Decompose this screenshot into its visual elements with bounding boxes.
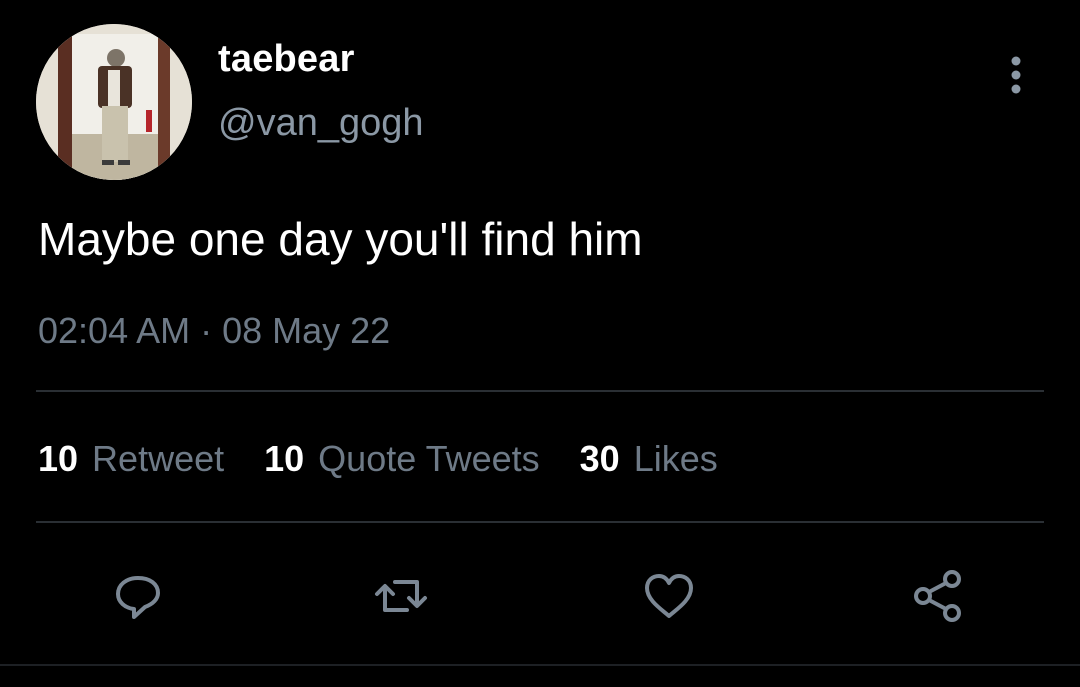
divider bbox=[36, 521, 1044, 523]
avatar-image bbox=[36, 24, 192, 180]
avatar[interactable] bbox=[36, 24, 192, 180]
divider bbox=[0, 664, 1080, 666]
quotes-count: 10 bbox=[264, 438, 305, 479]
likes-label: Likes bbox=[633, 438, 718, 479]
quotes-stat[interactable]: 10 Quote Tweets bbox=[264, 438, 540, 480]
share-button[interactable] bbox=[908, 566, 968, 626]
more-vertical-icon bbox=[1011, 56, 1021, 94]
reply-button[interactable] bbox=[108, 566, 168, 626]
more-options-button[interactable] bbox=[996, 52, 1036, 98]
retweets-count: 10 bbox=[38, 438, 79, 479]
retweets-stat[interactable]: 10 Retweet bbox=[38, 438, 224, 480]
like-button[interactable] bbox=[639, 566, 699, 626]
tweet-timestamp[interactable]: 02:04 AM · 08 May 22 bbox=[38, 310, 390, 352]
retweets-label: Retweet bbox=[92, 438, 225, 479]
reply-icon bbox=[116, 576, 160, 619]
divider bbox=[36, 390, 1044, 392]
likes-stat[interactable]: 30 Likes bbox=[580, 438, 718, 480]
likes-count: 30 bbox=[579, 438, 620, 479]
quotes-label: Quote Tweets bbox=[318, 438, 540, 479]
heart-icon bbox=[645, 574, 693, 618]
retweet-button[interactable] bbox=[371, 566, 431, 626]
tweet-stats: 10 Retweet 10 Quote Tweets 30 Likes bbox=[38, 438, 758, 480]
user-handle[interactable]: @van_gogh bbox=[218, 102, 424, 145]
display-name[interactable]: taebear bbox=[218, 38, 355, 81]
tweet-text: Maybe one day you'll find him bbox=[38, 213, 643, 265]
retweet-icon bbox=[375, 580, 427, 612]
share-icon bbox=[914, 570, 961, 622]
